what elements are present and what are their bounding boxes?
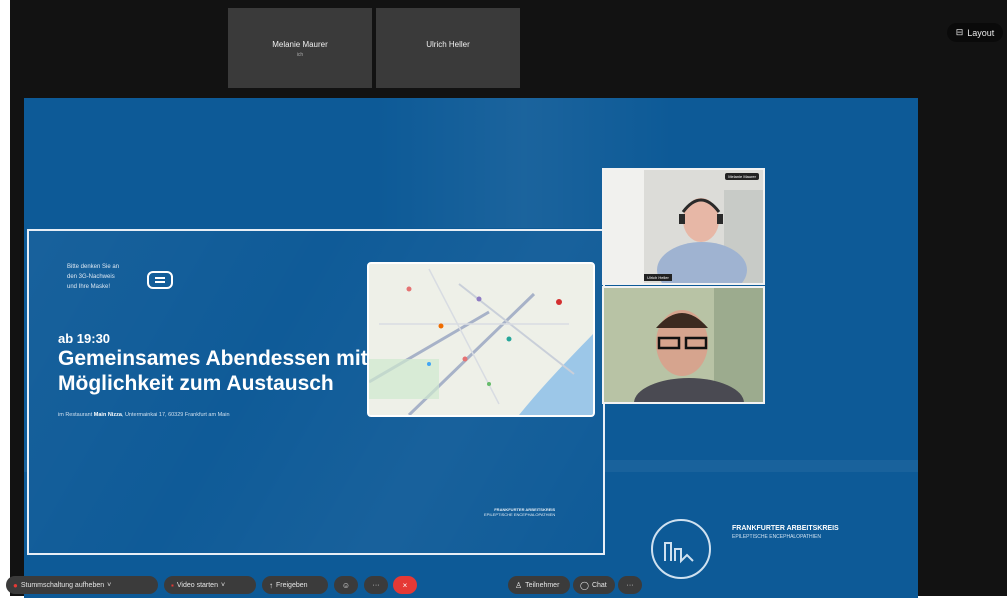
close-icon: × [402, 580, 408, 590]
person-icon: ♙ [515, 580, 523, 590]
participant-self-label: ich [296, 52, 304, 58]
chevron-down-icon: ˅ [107, 581, 112, 589]
leave-meeting-button[interactable]: × [393, 576, 417, 594]
mask-icon [147, 271, 173, 289]
brand-text: FRANKFURTER ARBEITSKREIS EPILEPTISCHE EN… [732, 525, 839, 540]
event-location: im Restaurant Main Nizza, Untermainkai 1… [58, 412, 230, 418]
shared-slide: Bitte denken Sie an den 3G-Nachweis und … [24, 98, 918, 598]
share-button[interactable]: ↑ Freigeben [262, 576, 328, 594]
meeting-toolbar: ● Stummschaltung aufheben ˅ ▪ Video star… [0, 574, 1007, 596]
more-options-button[interactable]: ··· [364, 576, 388, 594]
location-map [367, 262, 595, 417]
participant-tile-melanie[interactable]: Melanie Maurer ich [228, 8, 372, 88]
chevron-down-icon: ˅ [220, 581, 226, 589]
layout-button[interactable]: ⊟ Layout [947, 23, 1003, 42]
start-video-button[interactable]: ▪ Video starten ˅ [164, 576, 256, 594]
layout-label: Layout [967, 27, 995, 38]
smiley-icon: ☺ [341, 580, 351, 590]
participant-name: Melanie Maurer [272, 40, 328, 49]
microphone-muted-icon: ● [13, 580, 18, 590]
brand-logo [651, 519, 711, 579]
participant-name: Ulrich Heller [426, 40, 470, 49]
participant-video-2[interactable] [602, 286, 765, 404]
video-overlay-tag: Melanie Maurer [725, 173, 759, 180]
unmute-button[interactable]: ● Stummschaltung aufheben ˅ [6, 576, 158, 594]
layout-icon: ⊟ [955, 27, 964, 37]
participants-button[interactable]: ♙ Teilnehmer [508, 576, 570, 594]
overflow-menu-button[interactable]: ··· [618, 576, 642, 594]
share-icon: ↑ [269, 580, 273, 590]
event-card: Bitte denken Sie an den 3G-Nachweis und … [27, 229, 605, 555]
card-logo: FRANKFURTER ARBEITSKREIS EPILEPTISCHE EN… [484, 507, 556, 517]
chat-icon: ◯ [580, 580, 589, 590]
event-time: ab 19:30 [58, 331, 111, 346]
chat-button[interactable]: ◯ Chat [573, 576, 615, 594]
participant-tile-ulrich[interactable]: Ulrich Heller [376, 8, 520, 88]
video-name-label: Ulrich Heller [644, 274, 672, 281]
participant-video-ulrich[interactable]: Melanie Maurer Ulrich Heller [602, 168, 765, 285]
reminder-text: Bitte denken Sie an den 3G-Nachweis und … [67, 264, 120, 290]
reactions-button[interactable]: ☺ [334, 576, 358, 594]
event-title: Gemeinsames Abendessen mit Möglichkeit z… [58, 347, 368, 395]
video-off-icon: ▪ [171, 580, 174, 590]
